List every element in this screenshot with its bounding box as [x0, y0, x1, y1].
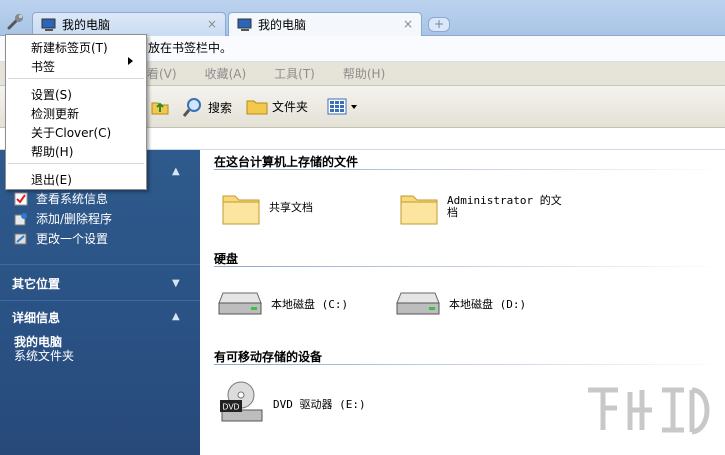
dvd-badge: DVD [223, 403, 240, 412]
collapse-icon[interactable]: ▲ [172, 166, 180, 177]
drive-c-item[interactable]: 本地磁盘 (C:) [217, 290, 348, 318]
menu-tools[interactable]: 工具(T) [274, 65, 315, 82]
item-label: 本地磁盘 (D:) [449, 298, 527, 311]
group-rule [214, 266, 725, 267]
add-remove-icon [14, 212, 27, 225]
folders-label: 文件夹 [272, 99, 309, 114]
menu-item-bookmarks[interactable]: 书签 [31, 58, 55, 75]
divider [0, 300, 200, 301]
tab-close-button[interactable]: × [403, 17, 413, 31]
computer-icon [41, 18, 56, 31]
tab-strip: 我的电脑 × 我的电脑 × + [0, 0, 725, 36]
search-label: 搜索 [208, 100, 233, 115]
app-menu: 新建标签页(T) 书签 设置(S) 检测更新 关于Clover(C) 帮助(H)… [5, 34, 147, 190]
collapse-icon[interactable]: ▲ [172, 311, 180, 322]
folder-icon [400, 195, 438, 225]
watermark-logo [588, 387, 710, 435]
add-remove-programs-link[interactable]: 添加/删除程序 [14, 210, 112, 227]
tab-close-button[interactable]: × [207, 17, 217, 31]
change-setting-link[interactable]: 更改一个设置 [14, 230, 108, 247]
menu-separator [8, 78, 144, 79]
folders-button[interactable]: 文件夹 [246, 96, 308, 116]
menu-item-exit[interactable]: 退出(E) [31, 171, 72, 188]
tab-label: 我的电脑 [258, 18, 307, 32]
item-label: 共享文档 [269, 201, 313, 214]
group-title-removable: 有可移动存储的设备 [214, 350, 323, 364]
menu-item-about[interactable]: 关于Clover(C) [31, 124, 111, 141]
hard-drive-icon [218, 292, 262, 315]
task-label: 更改一个设置 [36, 232, 109, 246]
task-label: 添加/删除程序 [36, 212, 113, 226]
up-folder-icon[interactable] [150, 96, 170, 116]
menu-view[interactable]: 看(V) [147, 65, 177, 82]
group-rule [214, 364, 725, 365]
task-pane: ▲ 查看系统信息 添加/删除程序 更改一个设置 其它位置 ▼ 详细信息 ▲ 我的… [0, 150, 200, 455]
wrench-icon[interactable] [6, 13, 26, 31]
expand-icon[interactable]: ▼ [172, 278, 180, 289]
menu-separator [8, 163, 144, 164]
group-title-drives: 硬盘 [214, 252, 239, 266]
group-rule [214, 169, 725, 170]
computer-icon [237, 18, 252, 31]
folder-icon [246, 100, 268, 115]
menu-item-check-updates[interactable]: 检测更新 [31, 105, 79, 122]
details-subtitle: 系统文件夹 [14, 349, 75, 363]
content-pane: 在这台计算机上存储的文件 共享文档 Administrator 的文档 硬盘 本… [201, 150, 725, 455]
menu-item-new-tab[interactable]: 新建标签页(T) [31, 39, 108, 56]
system-info-icon [14, 192, 28, 205]
menu-favorites[interactable]: 收藏(A) [205, 65, 247, 82]
folder-icon [222, 195, 260, 225]
hard-drive-icon [396, 292, 440, 315]
task-label: 查看系统信息 [36, 192, 109, 206]
item-label: DVD 驱动器 (E:) [273, 398, 366, 411]
details-title[interactable]: 详细信息 [12, 309, 60, 326]
view-mode-icon[interactable] [327, 98, 359, 116]
item-label: Administrator 的文档 [447, 194, 562, 219]
item-label: 本地磁盘 (C:) [271, 298, 349, 311]
menu-help[interactable]: 帮助(H) [343, 65, 385, 82]
other-places-title[interactable]: 其它位置 [12, 275, 60, 292]
dvd-drive-icon: DVD [220, 381, 263, 422]
tab-my-computer-1[interactable]: 我的电脑 × [32, 12, 226, 36]
group-title-files: 在这台计算机上存储的文件 [214, 155, 359, 169]
shared-documents-item[interactable]: 共享文档 [221, 188, 313, 226]
divider [0, 264, 200, 265]
tab-my-computer-2[interactable]: 我的电脑 × [228, 12, 422, 36]
dvd-drive-item[interactable]: DVD DVD 驱动器 (E:) [219, 380, 366, 428]
view-system-info-link[interactable]: 查看系统信息 [14, 190, 108, 207]
admin-documents-item[interactable]: Administrator 的文档 [399, 188, 565, 226]
search-button[interactable]: 搜索 [182, 96, 232, 118]
menu-item-help[interactable]: 帮助(H) [31, 143, 73, 160]
tab-label: 我的电脑 [62, 18, 111, 32]
settings-icon [14, 233, 27, 244]
menu-item-settings[interactable]: 设置(S) [31, 86, 72, 103]
bookmark-hint-text: 放在书签栏中。 [148, 41, 233, 55]
search-icon [182, 98, 201, 117]
drive-d-item[interactable]: 本地磁盘 (D:) [395, 290, 526, 318]
new-tab-button[interactable]: + [428, 17, 450, 32]
app-window: 我的电脑 × 我的电脑 × + 放在书签栏中。 看(V) 收藏(A) 工具(T)… [0, 0, 725, 455]
submenu-arrow-icon [128, 57, 133, 65]
